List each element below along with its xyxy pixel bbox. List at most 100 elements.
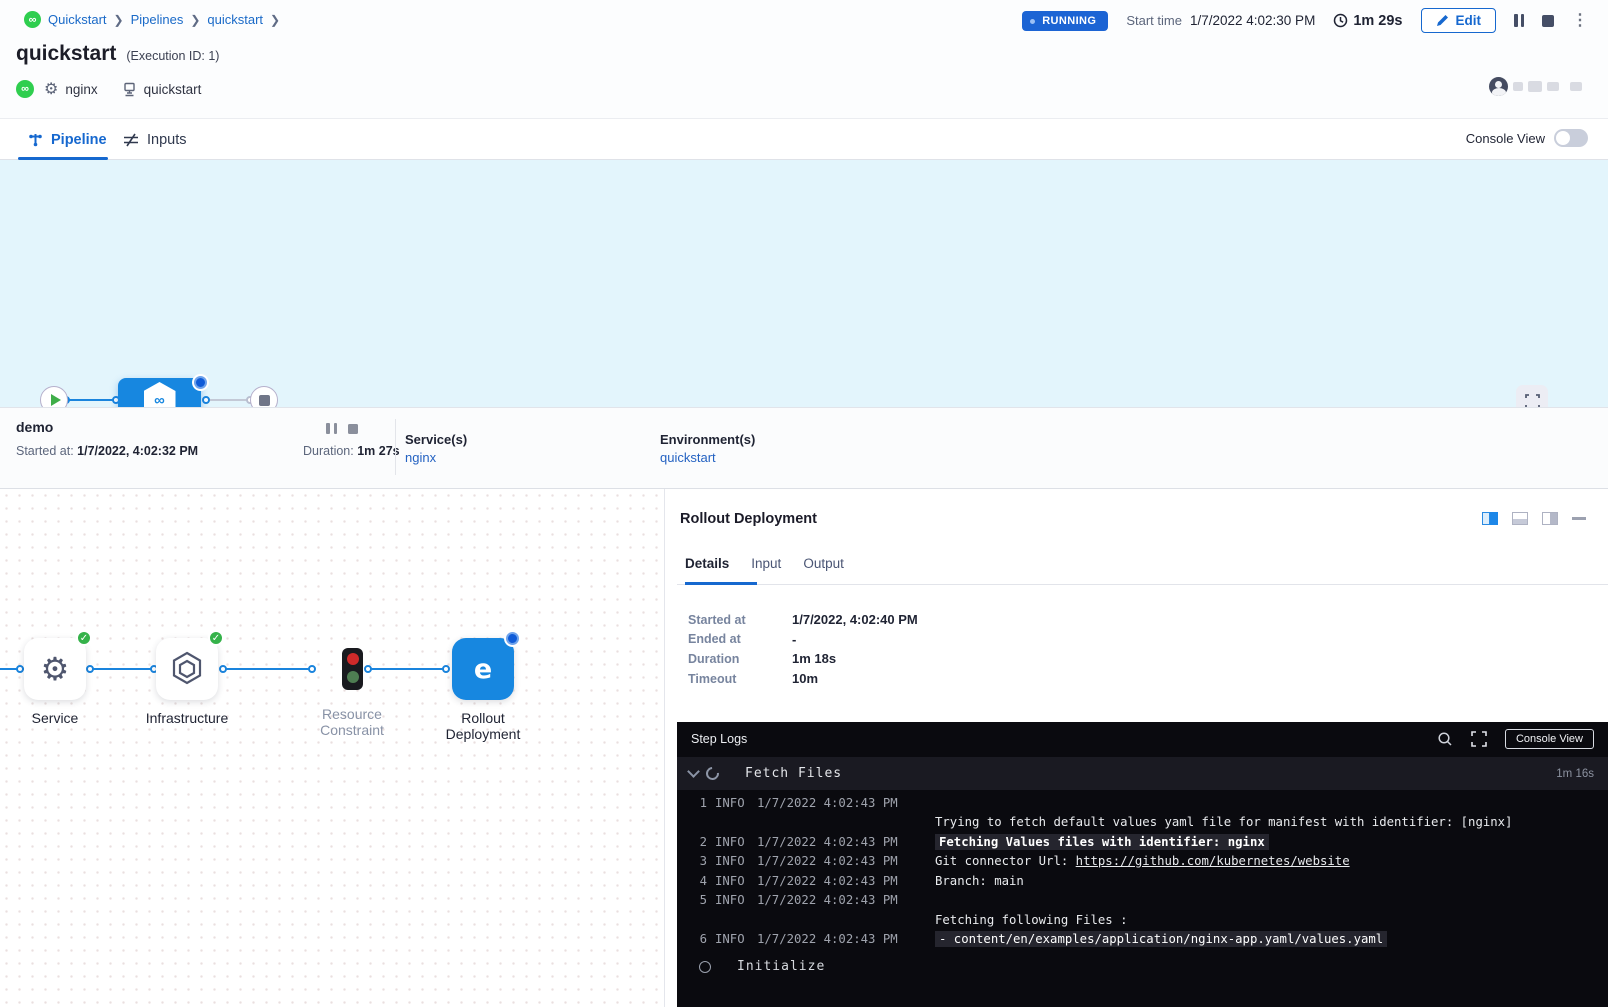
link-dot [202, 396, 210, 404]
service-link[interactable]: nginx [405, 450, 436, 465]
step-label-infrastructure: Infrastructure [131, 710, 243, 726]
log-section-fetch-files[interactable]: Fetch Files 1m 16s [677, 757, 1608, 790]
layout-split-bottom-button[interactable] [1512, 512, 1528, 525]
step-node-infrastructure[interactable] [156, 638, 218, 700]
link-dot [16, 665, 24, 673]
divider [395, 419, 396, 475]
execution-graph[interactable] [0, 489, 664, 1007]
detail-row: Ended at - [688, 630, 1108, 650]
started-at-label: Started at: [16, 444, 74, 458]
layout-split-vertical-button[interactable] [1482, 512, 1498, 525]
layout-split-right-button[interactable] [1542, 512, 1558, 525]
edit-button[interactable]: Edit [1421, 8, 1497, 33]
graph-link [221, 668, 313, 670]
stage-pause-button[interactable] [326, 423, 337, 434]
redacted-text [1513, 82, 1523, 91]
user-info [1489, 77, 1582, 96]
environment-tag[interactable]: quickstart [122, 82, 202, 97]
step-running-spinner-icon [504, 630, 521, 647]
log-message: Fetching following Files : [935, 913, 1128, 927]
stage-stop-button[interactable] [348, 424, 358, 434]
log-level: INFO [715, 854, 749, 868]
redacted-text [1570, 82, 1582, 91]
breadcrumb-pipeline-name[interactable]: quickstart [207, 12, 263, 27]
avatar[interactable] [1489, 77, 1508, 96]
log-row: Trying to fetch default values yaml file… [677, 813, 1608, 833]
step-details-rows: Started at 1/7/2022, 4:02:40 PM Ended at… [688, 610, 1108, 688]
pipeline-icon [28, 132, 43, 147]
pipeline-execution-page: ∞ Quickstart ❯ Pipelines ❯ quickstart ❯ … [0, 0, 1608, 1007]
environment-link[interactable]: quickstart [660, 450, 716, 465]
pause-execution-button[interactable] [1514, 14, 1524, 27]
console-view-toggle[interactable] [1554, 129, 1588, 147]
step-logs-title: Step Logs [691, 732, 747, 746]
log-timestamp: 1/7/2022 4:02:43 PM [757, 893, 927, 907]
breadcrumb-pipelines[interactable]: Pipelines [131, 12, 184, 27]
divider [677, 584, 1608, 585]
tab-details[interactable]: Details [685, 556, 729, 583]
log-timestamp: 1/7/2022 4:02:43 PM [757, 932, 927, 946]
log-link[interactable]: https://github.com/kubernetes/website [1076, 854, 1350, 868]
detail-label: Ended at [688, 632, 792, 646]
stop-execution-button[interactable] [1542, 15, 1554, 27]
tab-output[interactable]: Output [803, 556, 844, 583]
infrastructure-icon [170, 651, 204, 687]
log-line-number: 6 [687, 932, 707, 946]
stop-icon [259, 395, 270, 406]
log-row: 5 INFO 1/7/2022 4:02:43 PM [677, 891, 1608, 911]
step-label-service: Service [13, 710, 97, 726]
step-label-resource-constraint: Resource Constraint [307, 706, 397, 738]
page-title: quickstart [16, 42, 116, 66]
detail-value: 1/7/2022, 4:02:40 PM [792, 612, 918, 627]
tab-pipeline[interactable]: Pipeline [28, 119, 107, 160]
search-icon[interactable] [1437, 731, 1453, 747]
cd-module-icon: ∞ [16, 80, 34, 98]
log-level: INFO [715, 874, 749, 888]
loading-spinner-icon [703, 764, 721, 782]
link-dot [308, 665, 316, 673]
minimize-panel-button[interactable] [1572, 517, 1586, 520]
step-node-service[interactable]: ⚙ [24, 638, 86, 700]
log-row: Fetching following Files : [677, 910, 1608, 930]
log-row: 3 INFO 1/7/2022 4:02:43 PM Git connector… [677, 852, 1608, 872]
graph-link [90, 668, 154, 670]
clock-icon [1333, 13, 1348, 28]
log-message: Git connector Url: https://github.com/ku… [935, 854, 1350, 868]
gear-icon: ⚙ [41, 650, 70, 688]
link-dot [219, 665, 227, 673]
active-tab-underline [685, 582, 757, 585]
step-node-resource-constraint[interactable] [342, 648, 363, 690]
start-time-value: 1/7/2022 4:02:30 PM [1190, 13, 1315, 28]
redacted-text [1547, 82, 1559, 91]
log-section-name: Fetch Files [745, 766, 842, 781]
step-node-rollout-deployment[interactable]: e [452, 638, 514, 700]
step-logs-console: Step Logs Console View Fetch Files 1m 16… [677, 722, 1608, 1007]
stage-canvas[interactable]: ∞ demo + − [0, 160, 1608, 407]
log-level: INFO [715, 796, 749, 810]
detail-label: Duration [688, 652, 792, 666]
log-message: Fetching Values files with identifier: n… [935, 834, 1269, 850]
pending-circle-icon [699, 961, 711, 973]
log-section-initialize[interactable]: Initialize [677, 950, 1608, 983]
console-view-label: Console View [1466, 131, 1545, 146]
log-row: 4 INFO 1/7/2022 4:02:43 PM Branch: main [677, 871, 1608, 891]
tab-input[interactable]: Input [751, 556, 781, 583]
detail-row: Started at 1/7/2022, 4:02:40 PM [688, 610, 1108, 630]
log-line-number: 3 [687, 854, 707, 868]
services-label: Service(s) [405, 432, 467, 447]
log-section-name: Initialize [737, 959, 825, 974]
tab-inputs[interactable]: Inputs [123, 119, 187, 160]
step-label-rollout-deployment: Rollout Deployment [434, 710, 532, 742]
log-level: INFO [715, 893, 749, 907]
started-at-value: 1/7/2022, 4:02:32 PM [77, 444, 198, 458]
more-options-icon[interactable]: ⋮ [1572, 13, 1588, 29]
detail-row: Timeout 10m [688, 669, 1108, 689]
service-tag[interactable]: ⚙ nginx [44, 79, 98, 99]
step-panel-title: Rollout Deployment [680, 511, 817, 527]
console-view-button[interactable]: Console View [1505, 729, 1594, 749]
breadcrumb-quickstart[interactable]: Quickstart [48, 12, 107, 27]
duration-value: 1m 27s [357, 444, 399, 458]
expand-icon[interactable] [1471, 731, 1487, 747]
breadcrumb: ∞ Quickstart ❯ Pipelines ❯ quickstart ❯ [24, 11, 280, 28]
log-level: INFO [715, 835, 749, 849]
